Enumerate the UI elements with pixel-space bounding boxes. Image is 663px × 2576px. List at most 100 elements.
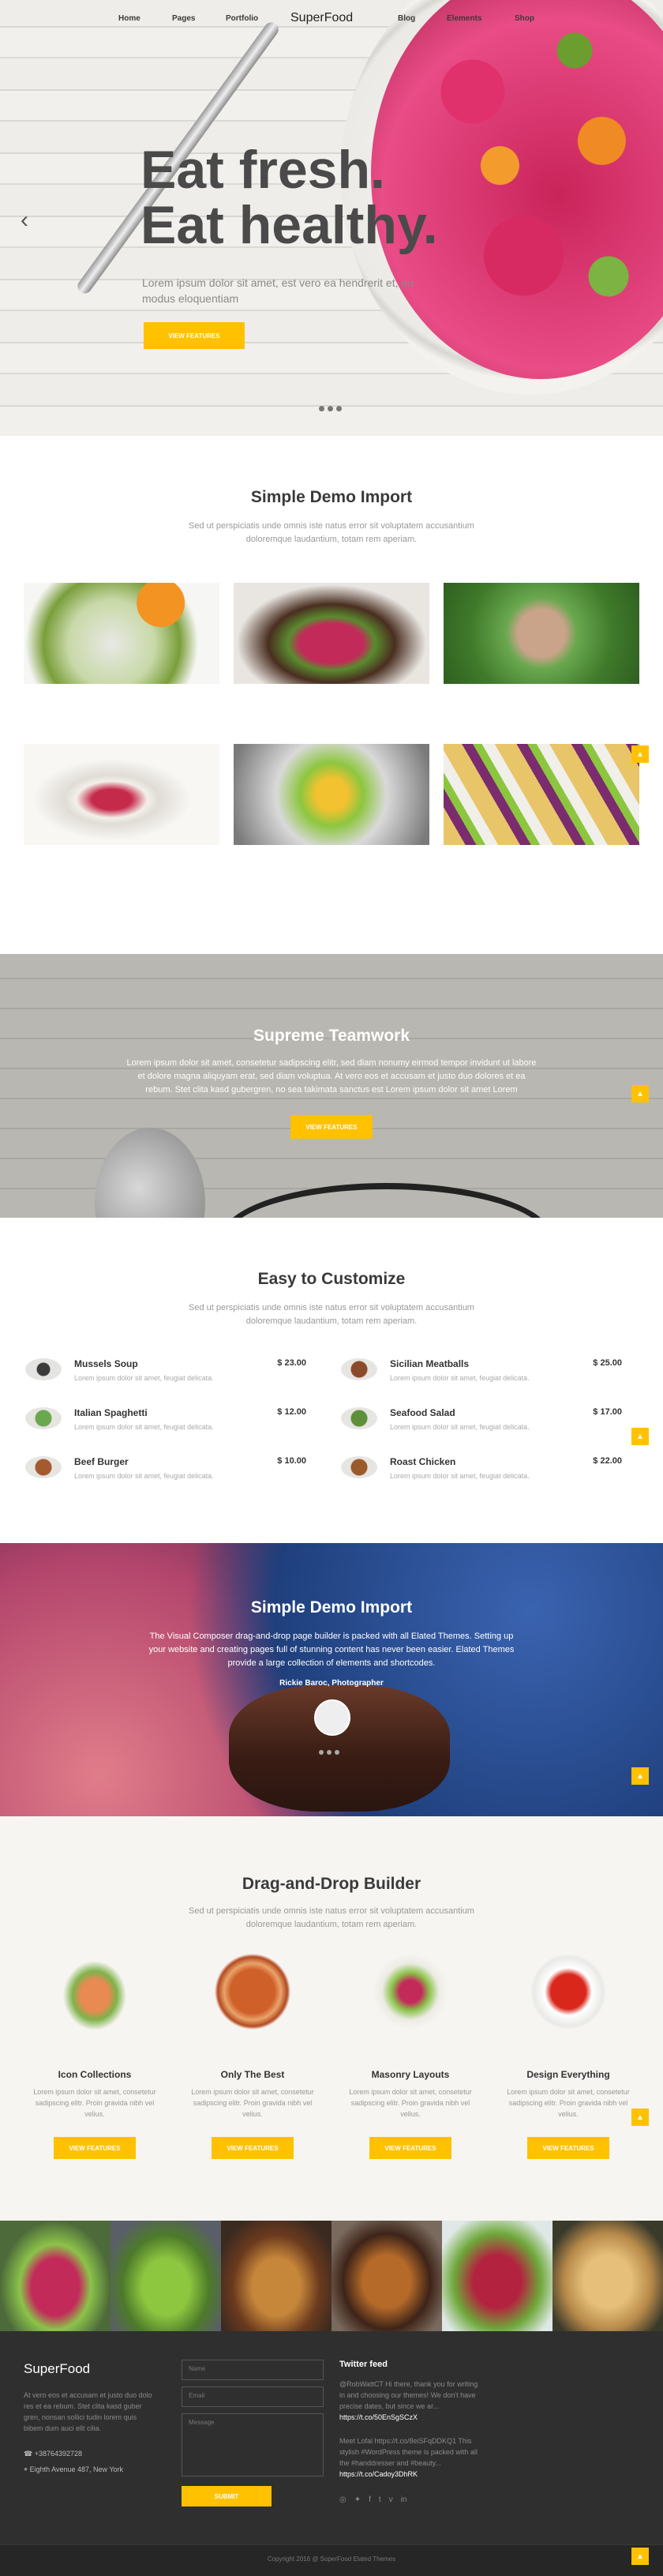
strip-image[interactable]	[110, 2221, 221, 2331]
scroll-up-icon[interactable]: ▲	[631, 1085, 649, 1102]
menu-item-name: Sicilian Meatballs	[390, 1358, 470, 1369]
footer-about: At vero eos et accusam et justo duo dolo…	[24, 2391, 152, 2432]
menu-item-desc: Lorem ipsum dolor sit amet, feugiat deli…	[390, 1423, 530, 1431]
nav-item-portfolio[interactable]: Portfolio	[226, 14, 258, 23]
tumblr-icon[interactable]: t	[379, 2495, 381, 2504]
testimonial-section: Simple Demo Import The Visual Composer d…	[0, 1543, 663, 1816]
menu-item-name: Italian Spaghetti	[74, 1407, 148, 1418]
instagram-icon[interactable]: ◎	[339, 2495, 346, 2504]
feature-title: Masonry Layouts	[371, 2069, 450, 2080]
gallery-image-sandwich[interactable]	[234, 583, 429, 684]
feature-view-button[interactable]: VIEW FEATURES	[369, 2137, 451, 2159]
site-logo[interactable]: SuperFood	[290, 11, 353, 25]
hero-view-features-button[interactable]: VIEW FEATURES	[144, 322, 245, 349]
footer-submit-button[interactable]: SUBMIT	[182, 2486, 272, 2507]
slider-dot[interactable]	[335, 1750, 339, 1755]
hero-slider: Home Pages Portfolio SuperFood Blog Elem…	[0, 0, 663, 436]
strip-image[interactable]	[442, 2221, 552, 2331]
footer-phone: ☎ +38764392728	[24, 2450, 82, 2458]
gallery-image-salad[interactable]	[444, 583, 639, 684]
testimonial-text: The Visual Composer drag-and-drop page b…	[148, 1632, 515, 1668]
menu-item-price: $ 22.00	[593, 1456, 622, 1466]
footer-email-field[interactable]: Email	[182, 2386, 324, 2407]
gallery-image-tacos[interactable]	[444, 744, 639, 845]
strip-image[interactable]	[0, 2221, 110, 2331]
tweet: Meet Lofal https://t.co/8eiSFqDDKQ1 This…	[339, 2435, 481, 2480]
menu-item[interactable]: Sicilian Meatballs $ 25.00 Lorem ipsum d…	[341, 1358, 622, 1390]
nav-item-home[interactable]: Home	[118, 14, 140, 23]
menu-item-name: Beef Burger	[74, 1456, 129, 1467]
teamwork-view-features-button[interactable]: VIEW FEATURES	[290, 1115, 373, 1139]
strip-image[interactable]	[552, 2221, 663, 2331]
menu-item-name: Roast Chicken	[390, 1456, 456, 1467]
scroll-up-icon[interactable]: ▲	[631, 1767, 649, 1785]
menu-item[interactable]: Roast Chicken $ 22.00 Lorem ipsum dolor …	[341, 1456, 622, 1488]
dish-image	[341, 1358, 377, 1380]
slider-dot[interactable]	[328, 406, 333, 411]
footer-message-field[interactable]: Message	[182, 2413, 324, 2476]
tweet-link[interactable]: https://t.co/Cadoy3DhRK	[339, 2469, 481, 2480]
feature-view-button[interactable]: VIEW FEATURES	[212, 2137, 294, 2159]
tweet-link[interactable]: https://t.co/50EnSgSCzX	[339, 2412, 481, 2423]
feature-view-button[interactable]: VIEW FEATURES	[527, 2137, 609, 2159]
feature-title: Only The Best	[220, 2069, 285, 2080]
strip-image[interactable]	[221, 2221, 332, 2331]
nav-item-elements[interactable]: Elements	[447, 14, 481, 23]
demo-import-title: Simple Demo Import	[250, 488, 413, 506]
nav-item-shop[interactable]: Shop	[515, 14, 534, 23]
feature-image	[213, 1952, 292, 2031]
twitter-feed-title: Twitter feed	[339, 2360, 388, 2369]
footer-phone-text: +38764392728	[34, 2450, 83, 2458]
menu-item[interactable]: Seafood Salad $ 17.00 Lorem ipsum dolor …	[341, 1407, 622, 1439]
footer-logo[interactable]: SuperFood	[24, 2361, 90, 2377]
menu-item[interactable]: Italian Spaghetti $ 12.00 Lorem ipsum do…	[25, 1407, 306, 1439]
scroll-up-icon[interactable]: ▲	[631, 2108, 649, 2126]
dish-image	[25, 1407, 62, 1429]
slider-dot[interactable]	[319, 406, 324, 411]
feature-desc: Lorem ipsum dolor sit amet, consetetur s…	[349, 2088, 472, 2118]
instagram-strip	[0, 2221, 663, 2331]
footer-address-text: Eighth Avenue 487, New York	[29, 2465, 124, 2473]
gallery-image-toast[interactable]	[24, 744, 219, 845]
menu-item-price: $ 12.00	[277, 1407, 306, 1417]
nav-item-blog[interactable]: Blog	[398, 14, 415, 23]
feature-view-button[interactable]: VIEW FEATURES	[54, 2137, 136, 2159]
feature-title: Design Everything	[526, 2069, 610, 2080]
slider-dot[interactable]	[336, 406, 342, 411]
testimonial-author: Rickie Baroc, Photographer	[279, 1679, 384, 1688]
slider-pagination	[319, 406, 342, 411]
scroll-up-icon[interactable]: ▲	[631, 1428, 649, 1445]
main-navigation: Home Pages Portfolio SuperFood Blog Elem…	[0, 11, 663, 27]
hero-title-line2: Eat healthy.	[140, 195, 438, 255]
slider-dot[interactable]	[327, 1750, 332, 1755]
menu-item-desc: Lorem ipsum dolor sit amet, feugiat deli…	[74, 1423, 214, 1431]
footer-address: ⌖ Eighth Avenue 487, New York	[24, 2465, 123, 2474]
menu-item-name: Mussels Soup	[74, 1358, 138, 1369]
footer-name-field[interactable]: Name	[182, 2360, 324, 2380]
nav-item-pages[interactable]: Pages	[172, 14, 195, 23]
feature-desc: Lorem ipsum dolor sit amet, consetetur s…	[191, 2088, 314, 2118]
linkedin-icon[interactable]: in	[401, 2495, 407, 2504]
menu-item[interactable]: Beef Burger $ 10.00 Lorem ipsum dolor si…	[25, 1456, 306, 1488]
scroll-up-icon[interactable]: ▲	[631, 2548, 649, 2565]
slider-prev-arrow-icon[interactable]: ‹	[21, 207, 28, 234]
strip-image[interactable]	[332, 2221, 442, 2331]
gallery-image-wraps[interactable]	[24, 583, 219, 684]
gallery-image-jar[interactable]	[234, 744, 429, 845]
footer: SuperFood At vero eos et accusam et just…	[0, 2331, 663, 2576]
scroll-up-icon[interactable]: ▲	[631, 745, 649, 763]
twitter-icon[interactable]: ✦	[354, 2495, 361, 2504]
menu-item-price: $ 10.00	[277, 1456, 306, 1466]
feature-image	[529, 1952, 608, 2031]
feature-image	[55, 1952, 134, 2031]
menu-item[interactable]: Mussels Soup $ 23.00 Lorem ipsum dolor s…	[25, 1358, 306, 1390]
social-icons: ◎ ✦ f t v in	[339, 2495, 406, 2504]
phone-icon: ☎	[24, 2450, 35, 2458]
feature-title: Icon Collections	[58, 2069, 132, 2080]
feature-image	[371, 1952, 450, 2031]
vimeo-icon[interactable]: v	[389, 2495, 393, 2504]
menu-item-desc: Lorem ipsum dolor sit amet, feugiat deli…	[74, 1374, 214, 1382]
menu-item-desc: Lorem ipsum dolor sit amet, feugiat deli…	[390, 1472, 530, 1480]
slider-dot[interactable]	[319, 1750, 324, 1755]
facebook-icon[interactable]: f	[369, 2495, 371, 2504]
